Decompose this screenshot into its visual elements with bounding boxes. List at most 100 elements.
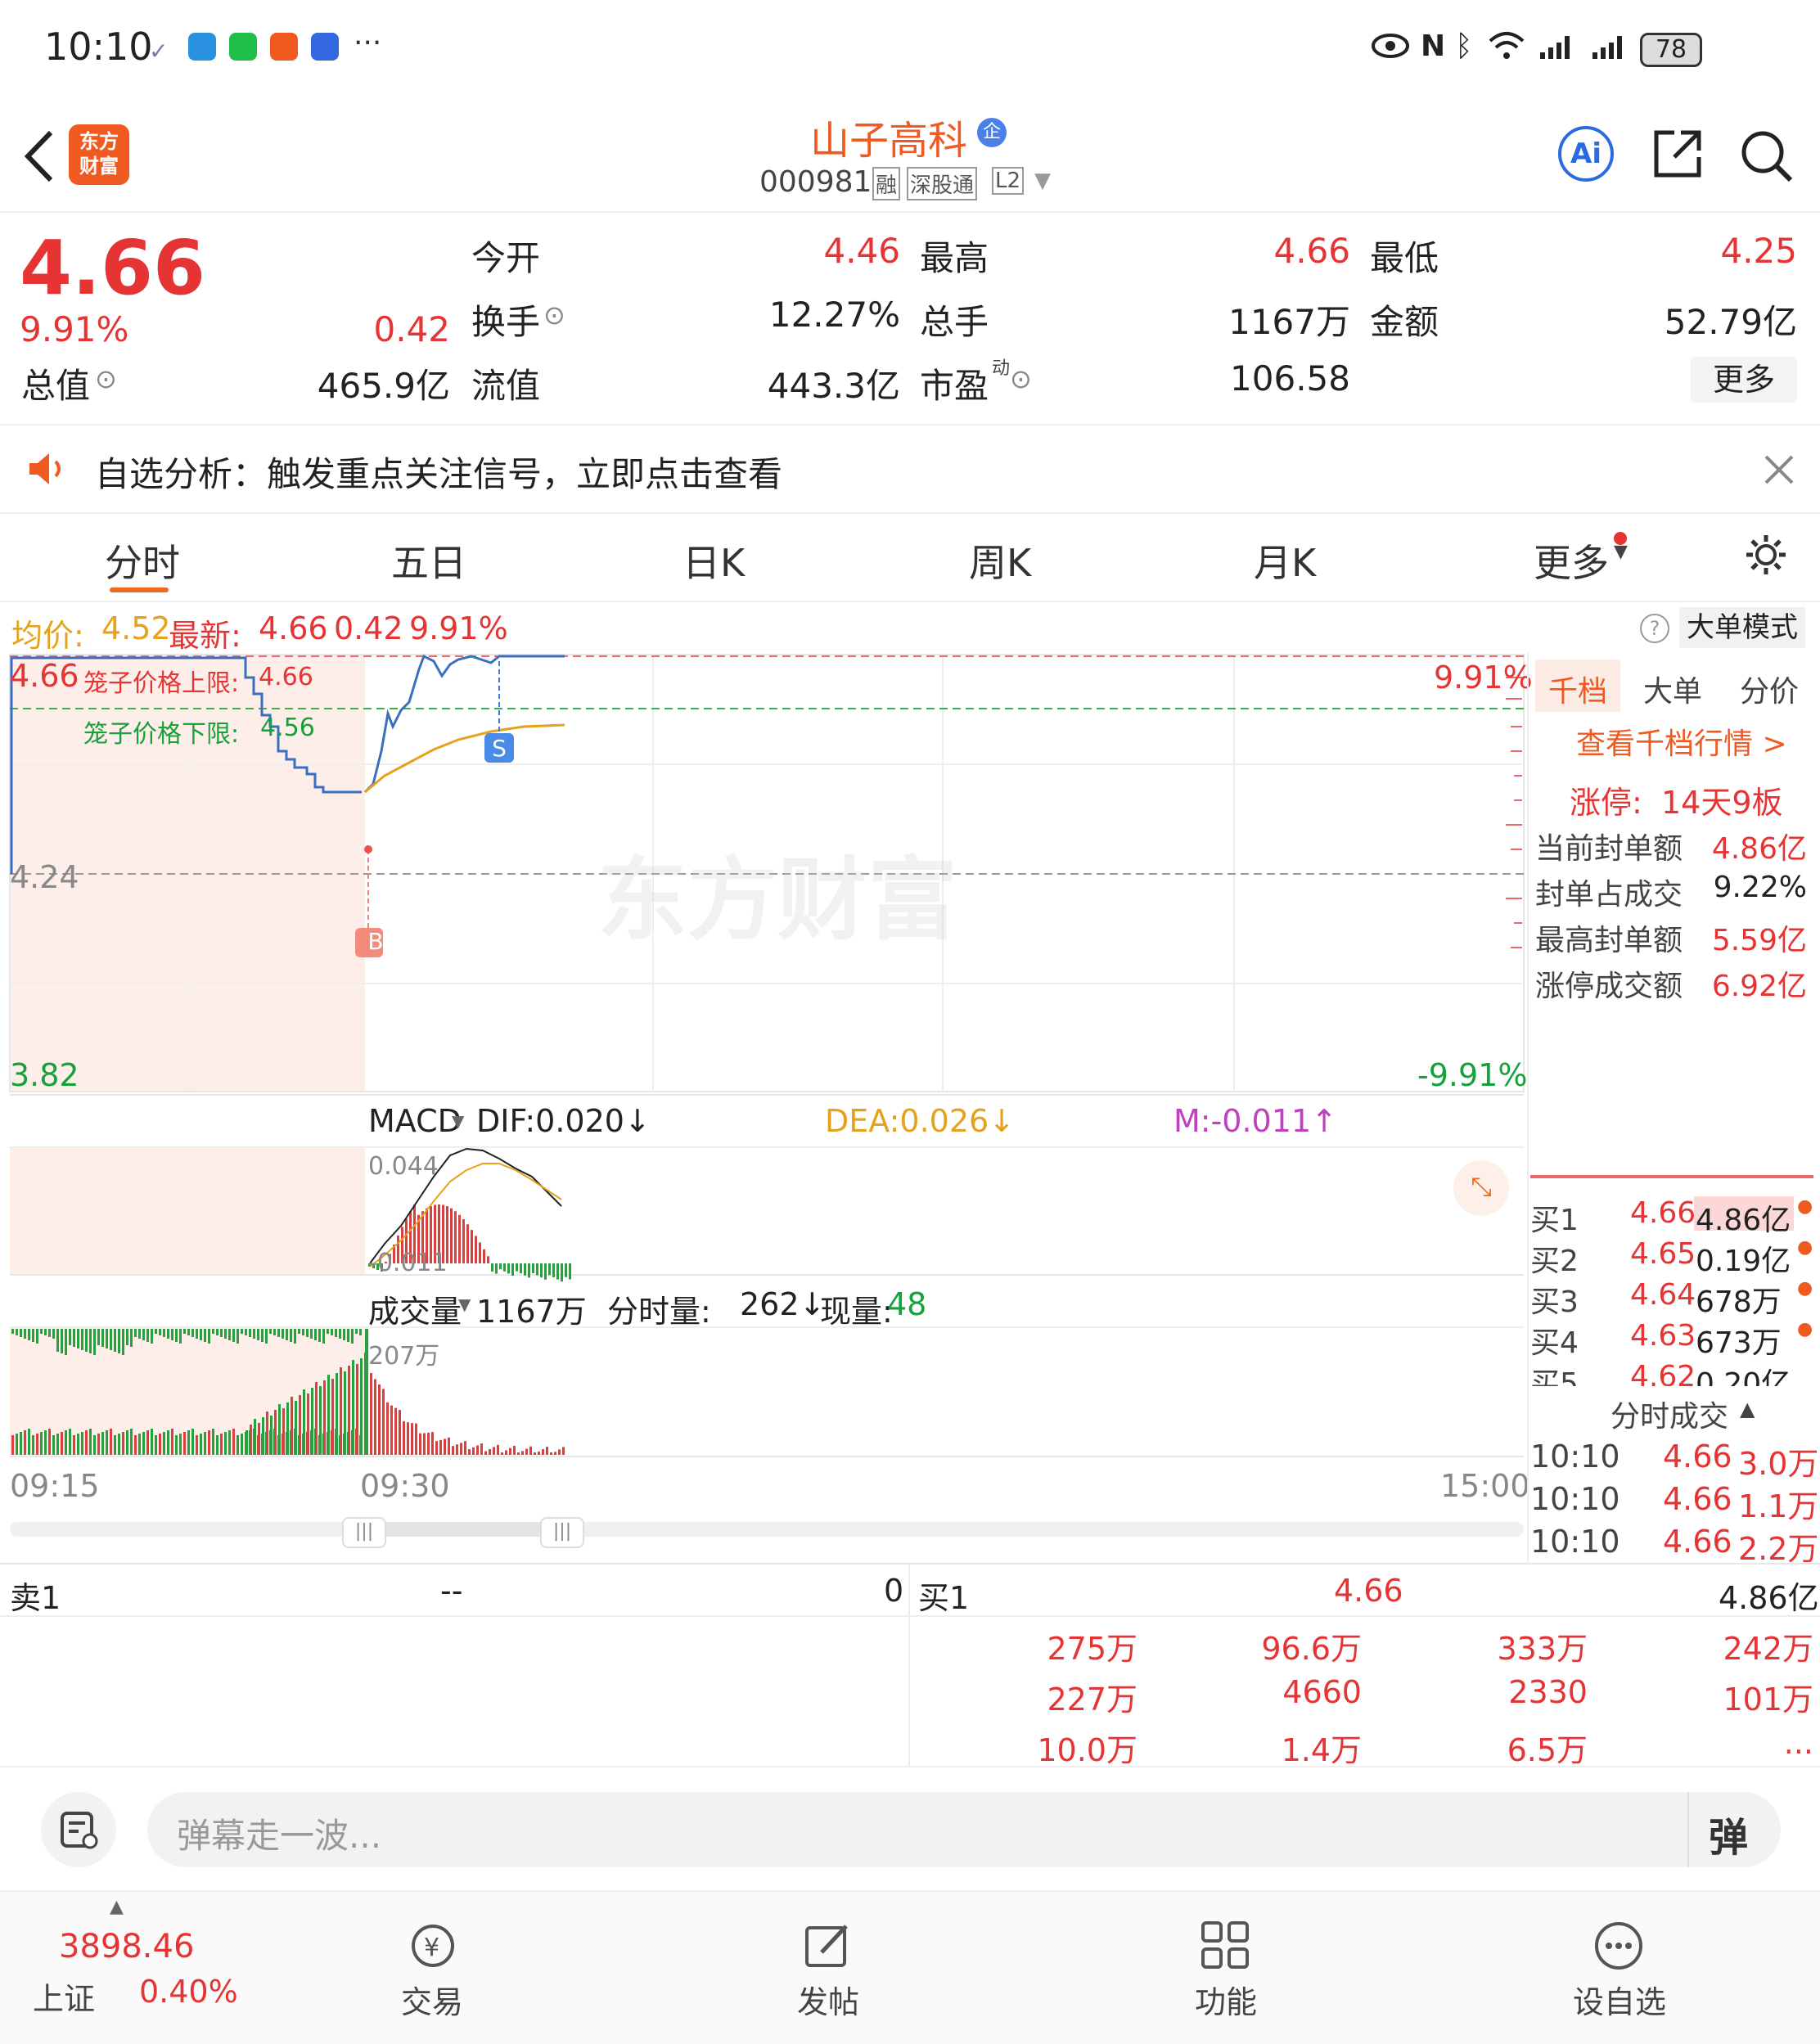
tab-intraday[interactable]: 分时 — [105, 534, 180, 588]
macd-bar — [487, 1256, 489, 1263]
scroll-handle-left[interactable]: ||| — [342, 1517, 386, 1548]
add-watchlist-icon[interactable] — [1592, 1920, 1645, 1972]
auction-bar — [253, 1329, 255, 1339]
volume-bar — [224, 1432, 227, 1455]
status-bar: 10:10 ✓ ··· N ᛒ 78 — [0, 0, 1820, 98]
macd-bar — [454, 1211, 457, 1263]
chart-scroll-track — [10, 1522, 1524, 1537]
trade-icon[interactable]: ¥ — [404, 1921, 462, 1970]
search-icon[interactable] — [1738, 128, 1794, 183]
bid-label: 买2 — [1530, 1245, 1579, 1278]
volume-bar — [517, 1452, 520, 1455]
x-axis-start: 09:15 — [10, 1468, 100, 1504]
volume-bar — [196, 1435, 198, 1455]
volume-selector[interactable]: 成交量 — [368, 1286, 462, 1331]
bid-label: 买4 — [1530, 1326, 1579, 1360]
macd-bar — [483, 1249, 485, 1263]
volume-bar — [286, 1402, 289, 1455]
volume-bar — [97, 1434, 100, 1455]
volume-bar — [460, 1443, 462, 1455]
danmaku-settings-button[interactable] — [41, 1792, 116, 1867]
danmaku-send-button[interactable]: 弹 — [1709, 1805, 1748, 1862]
nav-post[interactable]: 发帖 — [797, 1977, 859, 2022]
turnover-value: 12.27% — [768, 295, 900, 335]
expand-icon[interactable]: ⤡ — [1453, 1160, 1509, 1216]
ai-button[interactable]: Ai — [1558, 126, 1614, 182]
volume-dropdown-icon[interactable]: ▼ — [458, 1294, 471, 1314]
volume-bar — [480, 1443, 483, 1455]
view-levels-link[interactable]: 查看千档行情 > — [1576, 720, 1787, 763]
share-icon[interactable] — [1651, 128, 1704, 180]
volume-bar — [439, 1439, 442, 1455]
volume-bar — [390, 1405, 393, 1455]
big-order-mode-button[interactable]: 大单模式 — [1679, 607, 1805, 648]
volume-bar — [216, 1435, 218, 1455]
side-tab-price-dist[interactable]: 分价 — [1740, 668, 1799, 710]
more-quote-button[interactable]: 更多 — [1691, 357, 1797, 403]
trades-title[interactable]: 分时成交 — [1611, 1393, 1728, 1435]
trades-collapse-icon[interactable]: ▲ — [1740, 1398, 1755, 1420]
bid-volume: 0.19亿 — [1696, 1245, 1791, 1278]
volume-bar — [122, 1432, 124, 1455]
dif-value: DIF:0.020↓ — [476, 1103, 651, 1139]
back-icon[interactable] — [20, 128, 59, 185]
trade-time: 10:10 — [1530, 1524, 1620, 1560]
auction-bar — [56, 1329, 59, 1352]
volume-bar — [48, 1429, 51, 1455]
tag-l2: L2 — [992, 167, 1025, 195]
notice-bar[interactable]: 自选分析：触发重点关注信号，立即点击查看 — [0, 425, 1820, 514]
macd-bar — [507, 1263, 510, 1274]
macd-selector[interactable]: MACD — [368, 1103, 462, 1139]
scroll-handle-right[interactable]: ||| — [540, 1517, 584, 1548]
dropdown-icon[interactable]: ▼ — [1034, 169, 1051, 193]
macd-bar — [552, 1263, 555, 1277]
nav-trade[interactable]: 交易 — [401, 1977, 463, 2022]
auction-bar — [69, 1329, 71, 1345]
trade-time: 10:10 — [1530, 1438, 1620, 1474]
side-tab-big-order[interactable]: 大单 — [1643, 668, 1702, 710]
volume-bar — [40, 1432, 43, 1455]
volume-bar — [529, 1446, 532, 1455]
pe-sup: 动 — [992, 358, 1011, 379]
mcap-info-icon[interactable]: ⊙ — [95, 363, 117, 394]
volume-bar — [179, 1434, 182, 1455]
tab-more[interactable]: 更多 — [1534, 534, 1609, 588]
volume-bar — [352, 1360, 354, 1455]
auction-bar — [118, 1329, 120, 1353]
nav-add-watchlist[interactable]: 设自选 — [1573, 1977, 1666, 2022]
tab-weekly-k[interactable]: 周K — [969, 534, 1031, 588]
macd-dropdown-icon[interactable]: ▼ — [452, 1111, 464, 1131]
post-icon[interactable] — [802, 1920, 854, 1972]
auction-bar — [36, 1329, 38, 1344]
auction-bar — [151, 1329, 153, 1344]
index-value[interactable]: 3898.46 — [59, 1928, 194, 1965]
danmaku-input[interactable]: 弹幕走一波... 弹 — [147, 1792, 1781, 1867]
pct-axis-top: 9.91% — [1434, 660, 1533, 696]
stock-header: 东方 财富 山子高科 企 000981 融 深股通 L2 ▼ Ai — [0, 98, 1820, 213]
auction-bar — [187, 1329, 190, 1335]
volume-bar — [399, 1410, 401, 1455]
pe-info-icon[interactable]: ⊙ — [1010, 363, 1032, 394]
volume-bar — [85, 1430, 88, 1455]
bid-price: 4.62 — [1630, 1360, 1696, 1386]
turnover-info-icon[interactable]: ⊙ — [543, 299, 565, 331]
tab-daily-k[interactable]: 日K — [682, 534, 745, 588]
eastmoney-logo[interactable]: 东方 财富 — [69, 124, 129, 185]
macd-axis-bottom: -0.011 — [368, 1249, 448, 1277]
close-icon[interactable] — [1763, 453, 1795, 486]
logo-line1: 东方 — [79, 130, 119, 153]
tab-five-day[interactable]: 五日 — [391, 534, 466, 588]
nav-functions[interactable]: 功能 — [1195, 1977, 1257, 2022]
help-icon[interactable]: ? — [1640, 614, 1669, 643]
stat-label: 封单占成交 — [1535, 878, 1683, 912]
auction-bar — [204, 1329, 206, 1342]
volume-bar — [513, 1445, 516, 1455]
side-tab-levels[interactable]: 千档 — [1548, 668, 1607, 710]
volume-bar — [423, 1433, 426, 1455]
volume-bar — [20, 1432, 22, 1455]
dea-value: DEA:0.026↓ — [825, 1103, 1016, 1139]
tab-monthly-k[interactable]: 月K — [1254, 534, 1316, 588]
settings-gear-icon[interactable] — [1743, 532, 1789, 578]
volume-bar — [163, 1432, 165, 1455]
functions-icon[interactable] — [1200, 1920, 1252, 1972]
